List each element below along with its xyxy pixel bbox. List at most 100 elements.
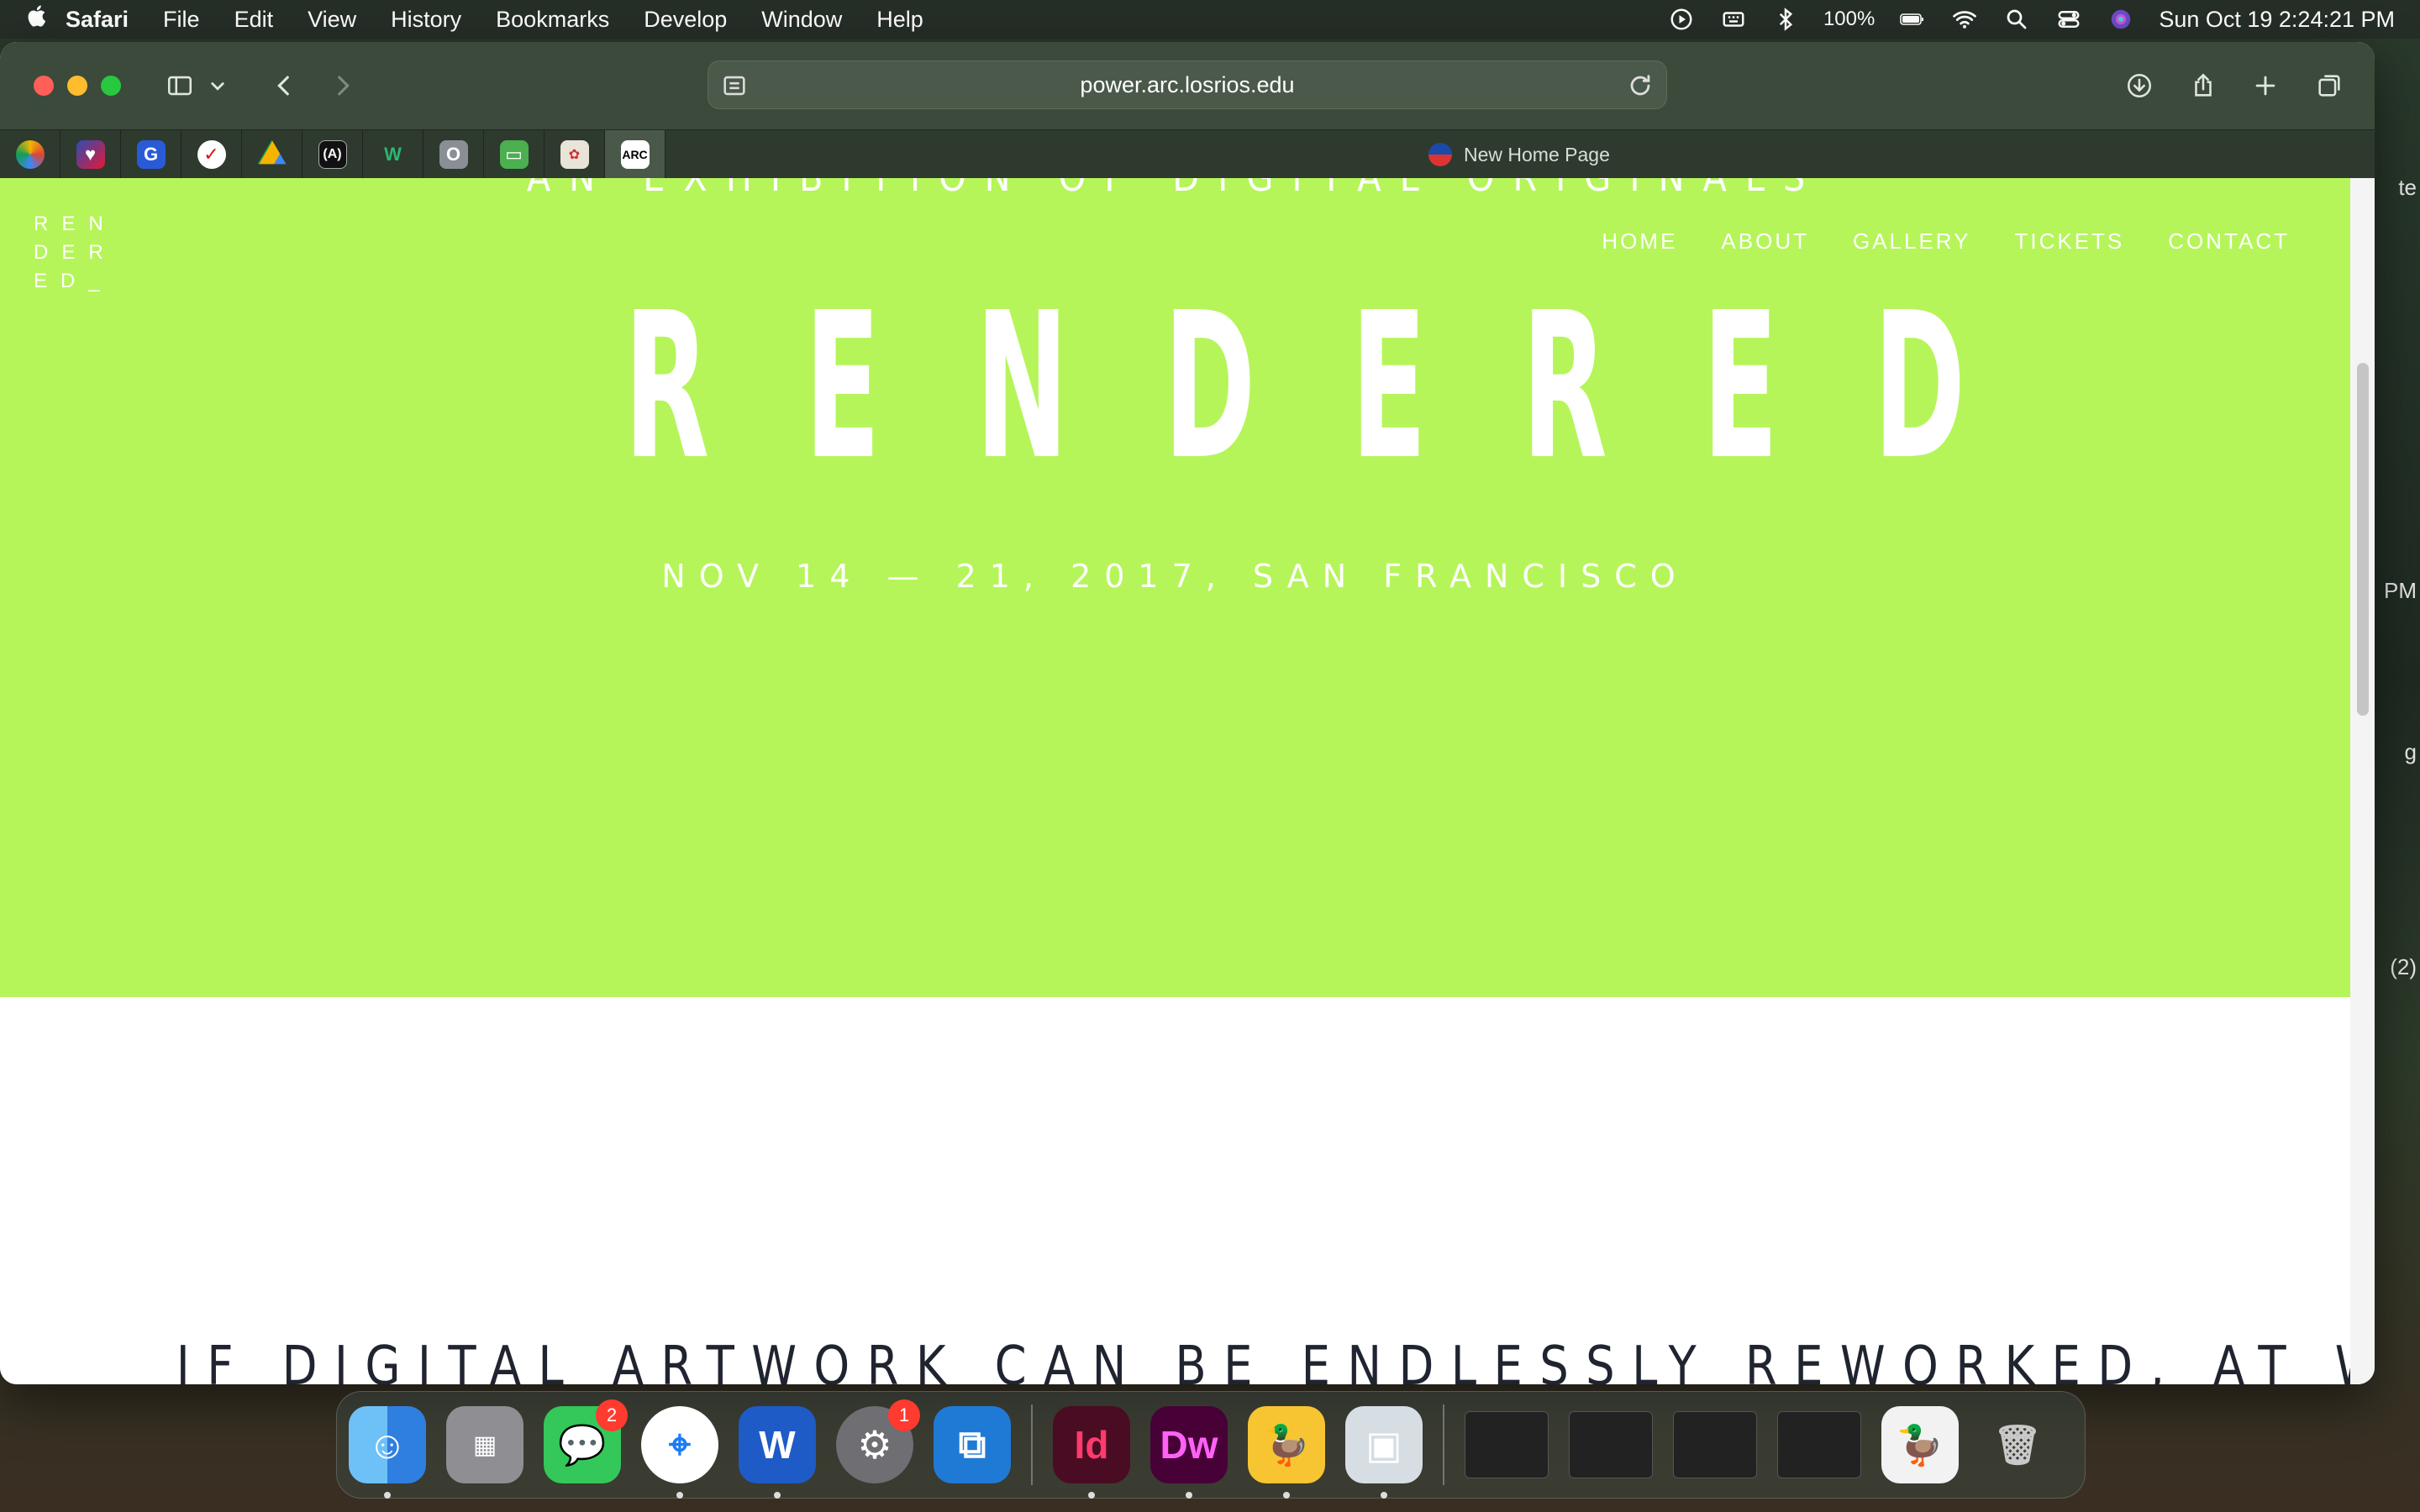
page-menu-icon[interactable] bbox=[720, 71, 749, 100]
menu-bookmarks[interactable]: Bookmarks bbox=[496, 7, 609, 33]
sidebar-toggle-button[interactable] bbox=[158, 64, 202, 108]
document-icon[interactable]: 🦆 bbox=[1881, 1406, 1959, 1483]
favorite-item[interactable]: O bbox=[424, 129, 484, 179]
menu-app-safari[interactable]: Safari bbox=[66, 7, 129, 33]
drive-icon bbox=[257, 139, 287, 165]
running-indicator bbox=[676, 1492, 683, 1499]
favorite-item[interactable]: ▭ bbox=[484, 129, 544, 179]
menu-view[interactable]: View bbox=[308, 7, 356, 33]
safari-icon[interactable]: ⌖ bbox=[641, 1406, 718, 1499]
control-center-icon[interactable] bbox=[2054, 5, 2083, 34]
nav-contact[interactable]: CONTACT bbox=[2168, 228, 2290, 255]
favorite-item[interactable]: W bbox=[363, 129, 424, 179]
chevron-down-icon bbox=[211, 82, 224, 91]
dock: ☺ ▦ 💬 2 ⌖ W ⚙ 1 ⧉ Id Dw 🦆 ▣ 🦆 🗑 bbox=[336, 1391, 2086, 1499]
menu-file[interactable]: File bbox=[163, 7, 200, 33]
favorite-item[interactable] bbox=[0, 129, 60, 179]
code-icon: (A) bbox=[318, 139, 347, 169]
pinwheel-icon bbox=[15, 139, 45, 169]
tab-group-menu-button[interactable] bbox=[205, 64, 230, 108]
now-playing-icon[interactable] bbox=[1667, 5, 1696, 34]
download-icon bbox=[2127, 73, 2152, 98]
battery-percent: 100% bbox=[1823, 8, 1876, 30]
reload-icon[interactable] bbox=[1626, 71, 1655, 100]
favorite-item[interactable]: ♥ bbox=[60, 129, 121, 179]
bracket-editor-icon[interactable]: ⧉ bbox=[934, 1406, 1011, 1483]
nav-home[interactable]: HOME bbox=[1602, 228, 1677, 255]
forward-button[interactable] bbox=[321, 64, 365, 108]
minimized-window-thumbnail[interactable] bbox=[1777, 1411, 1861, 1478]
word-icon[interactable]: W bbox=[739, 1406, 816, 1499]
nav-about[interactable]: ABOUT bbox=[1721, 228, 1809, 255]
menu-bar: Safari File Edit View History Bookmarks … bbox=[0, 0, 2420, 39]
map-icon: ✿ bbox=[560, 139, 589, 169]
trash-icon[interactable]: 🗑 bbox=[1979, 1406, 2056, 1483]
heart-icon: ♥ bbox=[76, 139, 105, 169]
indesign-icon[interactable]: Id bbox=[1053, 1406, 1130, 1499]
minimized-window-thumbnail[interactable] bbox=[1465, 1411, 1549, 1478]
menu-develop[interactable]: Develop bbox=[644, 7, 727, 33]
vertical-scrollbar[interactable] bbox=[2350, 178, 2375, 1384]
menu-edit[interactable]: Edit bbox=[234, 7, 274, 33]
o-icon: O bbox=[439, 139, 468, 169]
minimize-window-button[interactable] bbox=[67, 76, 87, 96]
chevron-right-icon bbox=[338, 76, 350, 96]
battery-icon[interactable] bbox=[1898, 5, 1927, 34]
menu-window[interactable]: Window bbox=[761, 7, 842, 33]
web-page: AN EXHIBITION OF DIGITAL ORIGINALS REN D… bbox=[0, 178, 2350, 1384]
address-bar[interactable]: power.arc.losrios.edu bbox=[708, 60, 1667, 109]
minimized-window-thumbnail[interactable] bbox=[1673, 1411, 1757, 1478]
hero-kicker: AN EXHIBITION OF DIGITAL ORIGINALS bbox=[0, 178, 2350, 200]
spotlight-search-icon[interactable] bbox=[2002, 5, 2031, 34]
system-settings-icon[interactable]: ⚙ 1 bbox=[836, 1399, 920, 1483]
favorite-item[interactable]: ✓ bbox=[182, 129, 242, 179]
running-indicator bbox=[1381, 1492, 1387, 1499]
arc-icon: ARC bbox=[620, 139, 650, 169]
site-logo[interactable]: REN DER ED_ bbox=[34, 210, 117, 296]
running-indicator bbox=[1283, 1492, 1290, 1499]
finder-icon[interactable]: ☺ bbox=[349, 1406, 426, 1499]
launchpad-icon[interactable]: ▦ bbox=[446, 1406, 523, 1483]
url-text[interactable]: power.arc.losrios.edu bbox=[1080, 72, 1294, 98]
nav-tickets[interactable]: TICKETS bbox=[2014, 228, 2124, 255]
messages-icon[interactable]: 💬 2 bbox=[544, 1399, 628, 1483]
w-icon: W bbox=[384, 143, 402, 165]
menu-history[interactable]: History bbox=[391, 7, 461, 33]
siri-icon[interactable] bbox=[2107, 5, 2135, 34]
share-button[interactable] bbox=[2181, 64, 2225, 108]
favorite-item[interactable] bbox=[242, 129, 302, 179]
preview-icon[interactable]: ▣ bbox=[1345, 1406, 1423, 1499]
zoom-window-button[interactable] bbox=[101, 76, 121, 96]
menu-help[interactable]: Help bbox=[876, 7, 923, 33]
keyboard-input-icon[interactable] bbox=[1719, 5, 1748, 34]
status-area: 100% Sun Oct 19 2:24:21 PM bbox=[1667, 0, 2395, 39]
active-tab[interactable]: New Home Page bbox=[1428, 130, 1610, 179]
downloads-button[interactable] bbox=[2118, 64, 2161, 108]
favorite-item[interactable]: ✿ bbox=[544, 129, 605, 179]
nav-gallery[interactable]: GALLERY bbox=[1853, 228, 1970, 255]
desktop-window-text: te bbox=[2398, 175, 2417, 200]
indesign-label: Id bbox=[1074, 1423, 1109, 1467]
tab-overview-button[interactable] bbox=[2307, 64, 2351, 108]
messages-badge: 2 bbox=[596, 1399, 628, 1431]
bluetooth-icon[interactable] bbox=[1771, 5, 1800, 34]
wifi-icon[interactable] bbox=[1950, 5, 1979, 34]
back-button[interactable] bbox=[262, 64, 306, 108]
favorite-item[interactable]: ARC bbox=[605, 129, 666, 179]
running-indicator bbox=[774, 1492, 781, 1499]
new-tab-button[interactable] bbox=[2244, 64, 2287, 108]
close-window-button[interactable] bbox=[34, 76, 54, 96]
running-indicator bbox=[1088, 1492, 1095, 1499]
scrollbar-thumb[interactable] bbox=[2357, 363, 2369, 716]
hero-title: RENDERED bbox=[623, 269, 2061, 504]
menubar-clock[interactable]: Sun Oct 19 2:24:21 PM bbox=[2159, 7, 2395, 33]
favorite-item[interactable]: G bbox=[121, 129, 182, 179]
favorite-item[interactable]: (A) bbox=[302, 129, 363, 179]
minimized-window-thumbnail[interactable] bbox=[1569, 1411, 1653, 1478]
cyberduck-icon[interactable]: 🦆 bbox=[1248, 1406, 1325, 1499]
logo-line: REN bbox=[34, 213, 117, 235]
dreamweaver-icon[interactable]: Dw bbox=[1150, 1406, 1228, 1499]
apple-menu-icon[interactable] bbox=[25, 3, 66, 35]
g-icon: G bbox=[136, 139, 166, 169]
tab-favicon-icon bbox=[1428, 143, 1452, 166]
